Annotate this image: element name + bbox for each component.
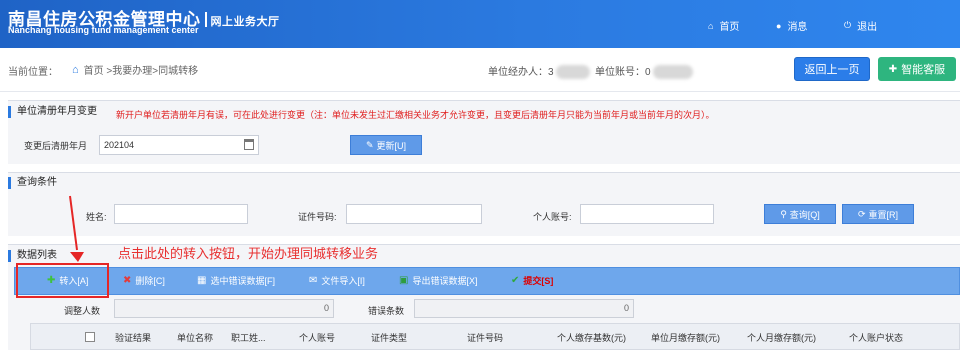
breadcrumb-path: 首页 >我要办理>同城转移 xyxy=(83,66,199,77)
adjust-count-field: 0 xyxy=(114,299,334,318)
reset-icon: ⟳ xyxy=(857,208,866,219)
column-header[interactable]: 职工姓... xyxy=(231,331,266,344)
nav-home[interactable]: ⌂ 首页 xyxy=(708,18,740,34)
search-icon: ⚲ xyxy=(780,208,787,219)
change-notice: 新开户单位若清册年月有误，可在此处进行变更（注：单位未发生过汇缴相关业务才允许变… xyxy=(116,110,715,120)
select-errors-button[interactable]: ▦ 选中错误数据[F] xyxy=(197,274,275,287)
agent-label: 单位经办人： xyxy=(488,67,548,78)
id-number-label: 证件号码: xyxy=(298,212,337,222)
brand-subtitle: 网上业务大厅 xyxy=(210,16,280,28)
query-button-label: 查询[Q] xyxy=(789,209,820,220)
smart-service-button[interactable]: ✚ 智能客服 xyxy=(878,57,956,81)
app-header: 南昌住房公积金管理中心 网上业务大厅 Nanchang housing fund … xyxy=(0,0,960,48)
nav-home-label: 首页 xyxy=(719,22,740,33)
column-header[interactable]: 个人月缴存额(元) xyxy=(747,331,816,344)
update-button[interactable]: ✎ 更新[U] xyxy=(350,135,422,155)
column-header[interactable]: 个人缴存基数(元) xyxy=(557,331,626,344)
nav-messages[interactable]: ● 消息 xyxy=(776,18,808,34)
excel-icon: ▣ xyxy=(399,275,409,286)
calendar-icon[interactable] xyxy=(244,139,254,150)
table-icon: ▦ xyxy=(197,275,207,286)
column-header[interactable]: 个人账户状态 xyxy=(849,331,903,344)
submit-button[interactable]: ✔ 提交[S] xyxy=(511,274,553,287)
personal-account-input[interactable] xyxy=(580,204,714,224)
breadcrumb[interactable]: ⌂ 首页 >我要办理>同城转移 xyxy=(72,62,199,78)
import-icon: ✉ xyxy=(309,275,318,286)
name-input[interactable] xyxy=(114,204,248,224)
account-info: 单位账号：0 xyxy=(595,63,693,80)
change-month-input[interactable]: 202104 xyxy=(99,135,259,155)
column-header[interactable]: 证件类型 xyxy=(371,331,407,344)
change-month-label: 变更后清册年月 xyxy=(24,141,88,151)
select-errors-label: 选中错误数据[F] xyxy=(210,276,275,286)
nav-logout[interactable]: ⏻ 退出 xyxy=(844,18,877,33)
query-section: 查询条件 姓名: 证件号码: 个人账号: ⚲ 查询[Q] ⟳ 重置[R] xyxy=(8,172,960,236)
change-month-value: 202104 xyxy=(104,140,135,150)
name-label: 姓名: xyxy=(86,212,107,222)
column-header[interactable]: 单位名称 xyxy=(177,331,213,344)
user-plus-icon: ✚ xyxy=(888,63,898,75)
brand-title-en: Nanchang housing fund management center xyxy=(8,25,199,35)
home-icon: ⌂ xyxy=(708,20,714,31)
update-button-label: 更新[U] xyxy=(376,140,407,151)
select-all-checkbox[interactable] xyxy=(85,332,95,342)
reset-button-label: 重置[R] xyxy=(868,209,899,220)
export-errors-label: 导出错误数据[X] xyxy=(412,276,478,286)
agent-info: 单位经办人：3 xyxy=(488,63,590,80)
personal-account-label: 个人账号: xyxy=(533,212,572,222)
breadcrumb-bar: 当前位置： ⌂ 首页 >我要办理>同城转移 单位经办人：3 单位账号：0 返回上… xyxy=(0,48,960,92)
column-header[interactable]: 证件号码 xyxy=(467,331,503,344)
delete-icon: ✖ xyxy=(123,275,132,286)
brand-divider xyxy=(204,12,207,27)
export-errors-button[interactable]: ▣ 导出错误数据[X] xyxy=(399,274,477,287)
data-section-title: 数据列表 xyxy=(8,250,57,262)
reset-button[interactable]: ⟳ 重置[R] xyxy=(842,204,914,224)
message-icon: ● xyxy=(776,20,782,31)
query-button[interactable]: ⚲ 查询[Q] xyxy=(764,204,836,224)
power-icon: ⏻ xyxy=(844,20,852,30)
id-number-input[interactable] xyxy=(346,204,482,224)
account-value: 0 xyxy=(645,67,651,78)
change-section-title: 单位清册年月变更 xyxy=(8,106,97,118)
change-section: 单位清册年月变更 新开户单位若清册年月有误，可在此处进行变更（注：单位未发生过汇… xyxy=(8,100,960,164)
column-header[interactable]: 验证结果 xyxy=(115,331,151,344)
file-import-button[interactable]: ✉ 文件导入[I] xyxy=(309,274,365,287)
adjust-count-label: 调整人数 xyxy=(64,306,101,316)
nav-logout-label: 退出 xyxy=(857,22,878,33)
pencil-icon: ✎ xyxy=(365,139,374,150)
smart-service-label: 智能客服 xyxy=(901,64,946,76)
column-header[interactable]: 单位月缴存额(元) xyxy=(651,331,720,344)
delete-button[interactable]: ✖ 删除[C] xyxy=(123,274,165,287)
submit-label: 提交[S] xyxy=(523,276,554,286)
home-icon: ⌂ xyxy=(72,63,79,76)
account-value-mask xyxy=(652,65,693,80)
nav-messages-label: 消息 xyxy=(787,22,808,33)
breadcrumb-label: 当前位置： xyxy=(8,67,58,78)
error-count-label: 错误条数 xyxy=(368,306,405,316)
back-button[interactable]: 返回上一页 xyxy=(794,57,870,81)
annotation-highlight-box xyxy=(16,263,109,298)
column-header[interactable]: 个人账号 xyxy=(299,331,335,344)
query-section-title: 查询条件 xyxy=(8,177,57,189)
table-header: 验证结果 单位名称 职工姓... 个人账号 证件类型 证件号码 个人缴存基数(元… xyxy=(30,323,960,350)
account-label: 单位账号： xyxy=(595,67,645,78)
check-icon: ✔ xyxy=(511,275,520,286)
annotation-text: 点击此处的转入按钮，开始办理同城转移业务 xyxy=(118,246,379,261)
agent-value-mask xyxy=(555,65,590,80)
data-toolbar: ✚ 转入[A] ✖ 删除[C] ▦ 选中错误数据[F] ✉ 文件导入[I] ▣ … xyxy=(14,267,960,295)
delete-label: 删除[C] xyxy=(135,276,165,286)
agent-value: 3 xyxy=(548,67,554,78)
file-import-label: 文件导入[I] xyxy=(321,276,365,286)
error-count-field: 0 xyxy=(414,299,634,318)
